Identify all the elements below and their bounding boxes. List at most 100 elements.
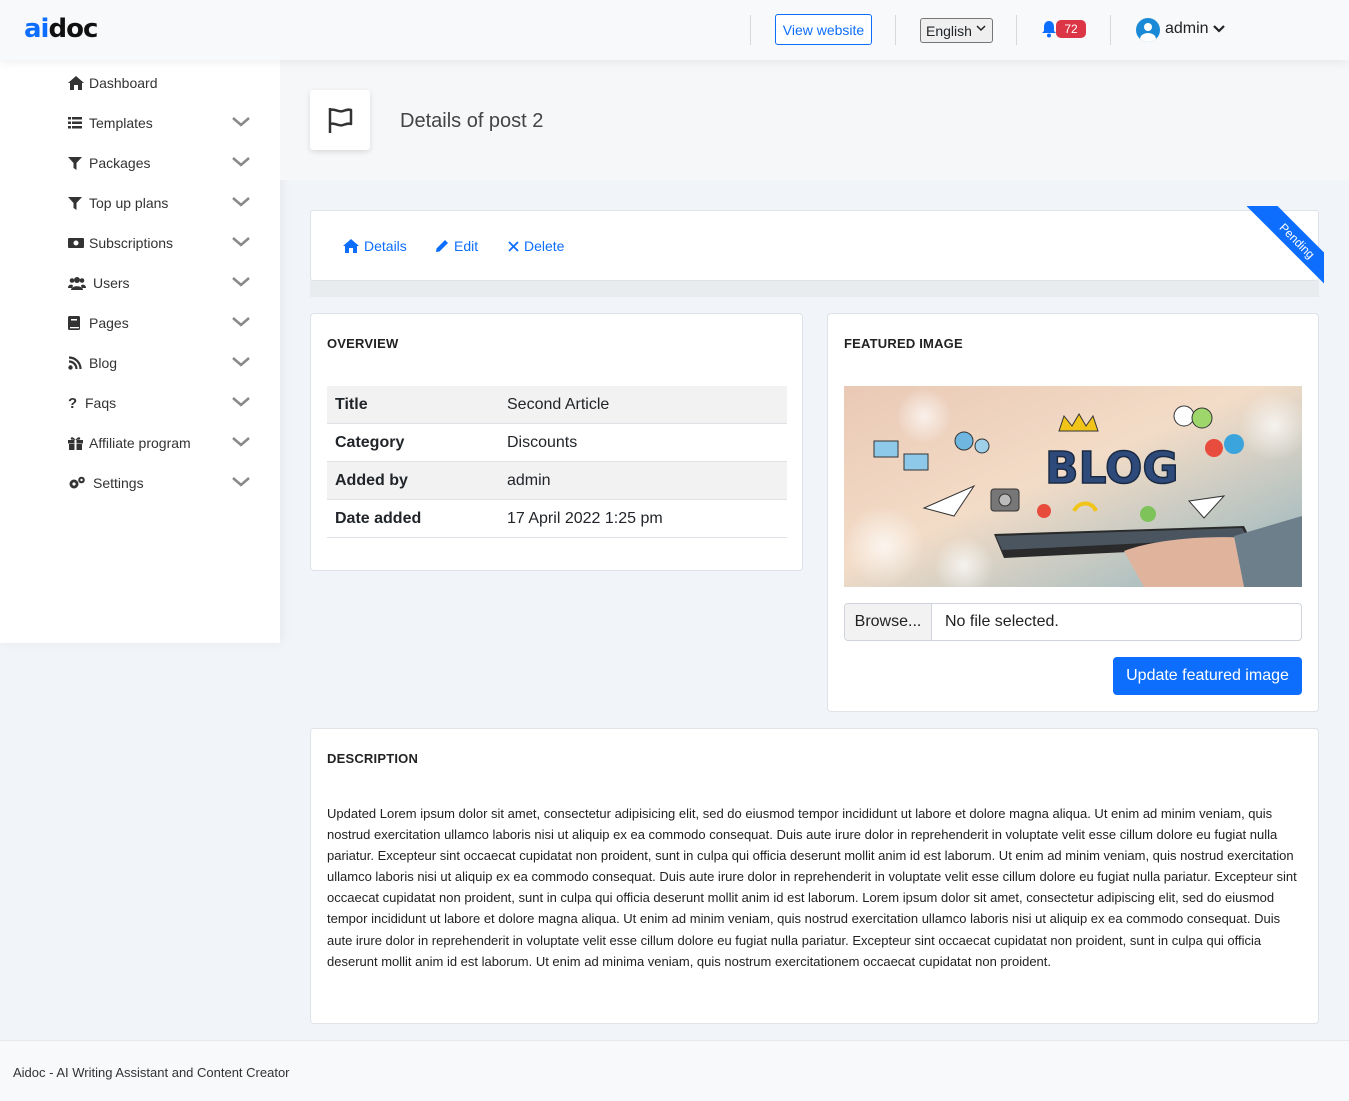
sidebar: Dashboard Templates Packages Top up plan…: [0, 60, 280, 643]
divider: [895, 15, 896, 45]
overview-title: OVERVIEW: [327, 336, 399, 351]
divider: [750, 15, 751, 45]
file-input[interactable]: Browse... No file selected.: [844, 603, 1302, 641]
image-blog-text: BLOG: [1045, 443, 1179, 494]
bell-icon[interactable]: [1041, 20, 1057, 38]
sidebar-item-label: Users: [93, 275, 130, 291]
sidebar-item-dashboard[interactable]: Dashboard: [68, 72, 250, 94]
table-row: Category Discounts: [327, 424, 787, 462]
sidebar-item-label: Affiliate program: [89, 435, 191, 451]
divider: [1110, 15, 1111, 45]
filter-icon: [68, 195, 86, 211]
page-title: Details of post 2: [400, 110, 544, 132]
logo[interactable]: aidoc: [24, 14, 98, 44]
row-value: Discounts: [507, 433, 578, 451]
home-icon: [343, 239, 359, 253]
sidebar-item-label: Faqs: [85, 395, 117, 411]
browse-button[interactable]: Browse...: [845, 604, 932, 640]
tab-details[interactable]: Details: [343, 238, 407, 254]
description-body: Updated Lorem ipsum dolor sit amet, cons…: [327, 806, 1297, 969]
sidebar-item-top-up-plans[interactable]: Top up plans: [68, 192, 250, 214]
language-value: English: [926, 22, 972, 39]
chevron-down-icon[interactable]: [1212, 22, 1226, 40]
avatar[interactable]: [1136, 18, 1160, 42]
money-icon: [68, 235, 86, 251]
view-website-button[interactable]: View website: [775, 14, 872, 45]
featured-image-card: FEATURED IMAGE BLOG Browse... No file se…: [827, 313, 1319, 712]
user-menu-label[interactable]: admin: [1165, 20, 1209, 38]
sidebar-item-label: Templates: [89, 115, 153, 131]
logo-ai: ai: [24, 14, 49, 44]
row-key: Title: [335, 395, 368, 413]
sidebar-item-subscriptions[interactable]: Subscriptions: [68, 232, 250, 254]
top-header: aidoc View website English 72 admin: [0, 0, 1349, 60]
table-row: Title Second Article: [327, 386, 787, 424]
chevron-down-icon: [232, 275, 250, 291]
sidebar-item-pages[interactable]: Pages: [68, 312, 250, 334]
sidebar-item-packages[interactable]: Packages: [68, 152, 250, 174]
description-card: DESCRIPTION Updated Lorem ipsum dolor si…: [310, 728, 1319, 1024]
chevron-down-icon: [232, 115, 250, 131]
tabs-card: Details Edit Delete: [310, 210, 1319, 281]
list-icon: [68, 115, 86, 131]
chevron-down-icon: [232, 155, 250, 171]
cogs-icon: [68, 475, 90, 491]
sidebar-item-faqs[interactable]: ? Faqs: [68, 392, 250, 414]
tab-details-label: Details: [364, 238, 407, 254]
footer: Aidoc - AI Writing Assistant and Content…: [0, 1040, 1349, 1101]
chevron-down-icon: [232, 395, 250, 411]
featured-image: BLOG: [844, 386, 1302, 587]
chevron-down-icon: [232, 315, 250, 331]
sidebar-item-settings[interactable]: Settings: [68, 472, 250, 494]
flag-icon: [310, 90, 370, 150]
pencil-icon: [435, 239, 449, 253]
row-key: Added by: [335, 471, 408, 489]
sidebar-item-label: Top up plans: [89, 195, 169, 211]
sidebar-item-blog[interactable]: Blog: [68, 352, 250, 374]
file-status: No file selected.: [945, 613, 1059, 630]
chevron-down-icon: [976, 23, 986, 36]
status-badge: Pending: [1243, 206, 1324, 290]
tabs-underline: [310, 281, 1319, 297]
featured-image-title: FEATURED IMAGE: [844, 336, 963, 351]
row-value: admin: [507, 471, 551, 489]
chevron-down-icon: [232, 355, 250, 371]
chevron-down-icon: [232, 235, 250, 251]
table-row: Date added 17 April 2022 1:25 pm: [327, 500, 787, 538]
divider: [1016, 15, 1017, 45]
sidebar-item-label: Packages: [89, 155, 151, 171]
chevron-down-icon: [232, 435, 250, 451]
sidebar-item-affiliate-program[interactable]: Affiliate program: [68, 432, 250, 454]
row-key: Date added: [335, 509, 422, 527]
rss-icon: [68, 355, 86, 371]
gift-icon: [68, 435, 86, 451]
home-icon: [68, 75, 86, 91]
users-icon: [68, 275, 90, 291]
sidebar-item-label: Settings: [93, 475, 144, 491]
tab-edit-label: Edit: [454, 238, 479, 254]
sidebar-item-users[interactable]: Users: [68, 272, 250, 294]
tab-delete-label: Delete: [524, 238, 565, 254]
sidebar-item-templates[interactable]: Templates: [68, 112, 250, 134]
chevron-down-icon: [232, 195, 250, 211]
sidebar-item-label: Subscriptions: [89, 235, 174, 251]
notification-badge[interactable]: 72: [1056, 20, 1086, 38]
overview-card: OVERVIEW Title Second Article Category D…: [310, 313, 803, 571]
row-key: Category: [335, 433, 405, 451]
chevron-down-icon: [232, 475, 250, 491]
language-select[interactable]: English: [920, 18, 993, 43]
row-value: Second Article: [507, 395, 610, 413]
sidebar-item-label: Pages: [89, 315, 129, 331]
sidebar-item-label: Dashboard: [89, 75, 158, 91]
footer-text: Aidoc - AI Writing Assistant and Content…: [13, 1065, 290, 1080]
tab-edit[interactable]: Edit: [435, 238, 478, 254]
book-icon: [68, 315, 86, 331]
filter-icon: [68, 155, 86, 171]
sidebar-item-label: Blog: [89, 355, 118, 371]
tab-delete[interactable]: Delete: [508, 238, 564, 254]
update-featured-image-button[interactable]: Update featured image: [1113, 657, 1302, 695]
logo-doc: doc: [48, 14, 98, 44]
description-title: DESCRIPTION: [327, 751, 419, 766]
status-ribbon: Pending: [1240, 206, 1324, 290]
table-row: Added by admin: [327, 462, 787, 500]
